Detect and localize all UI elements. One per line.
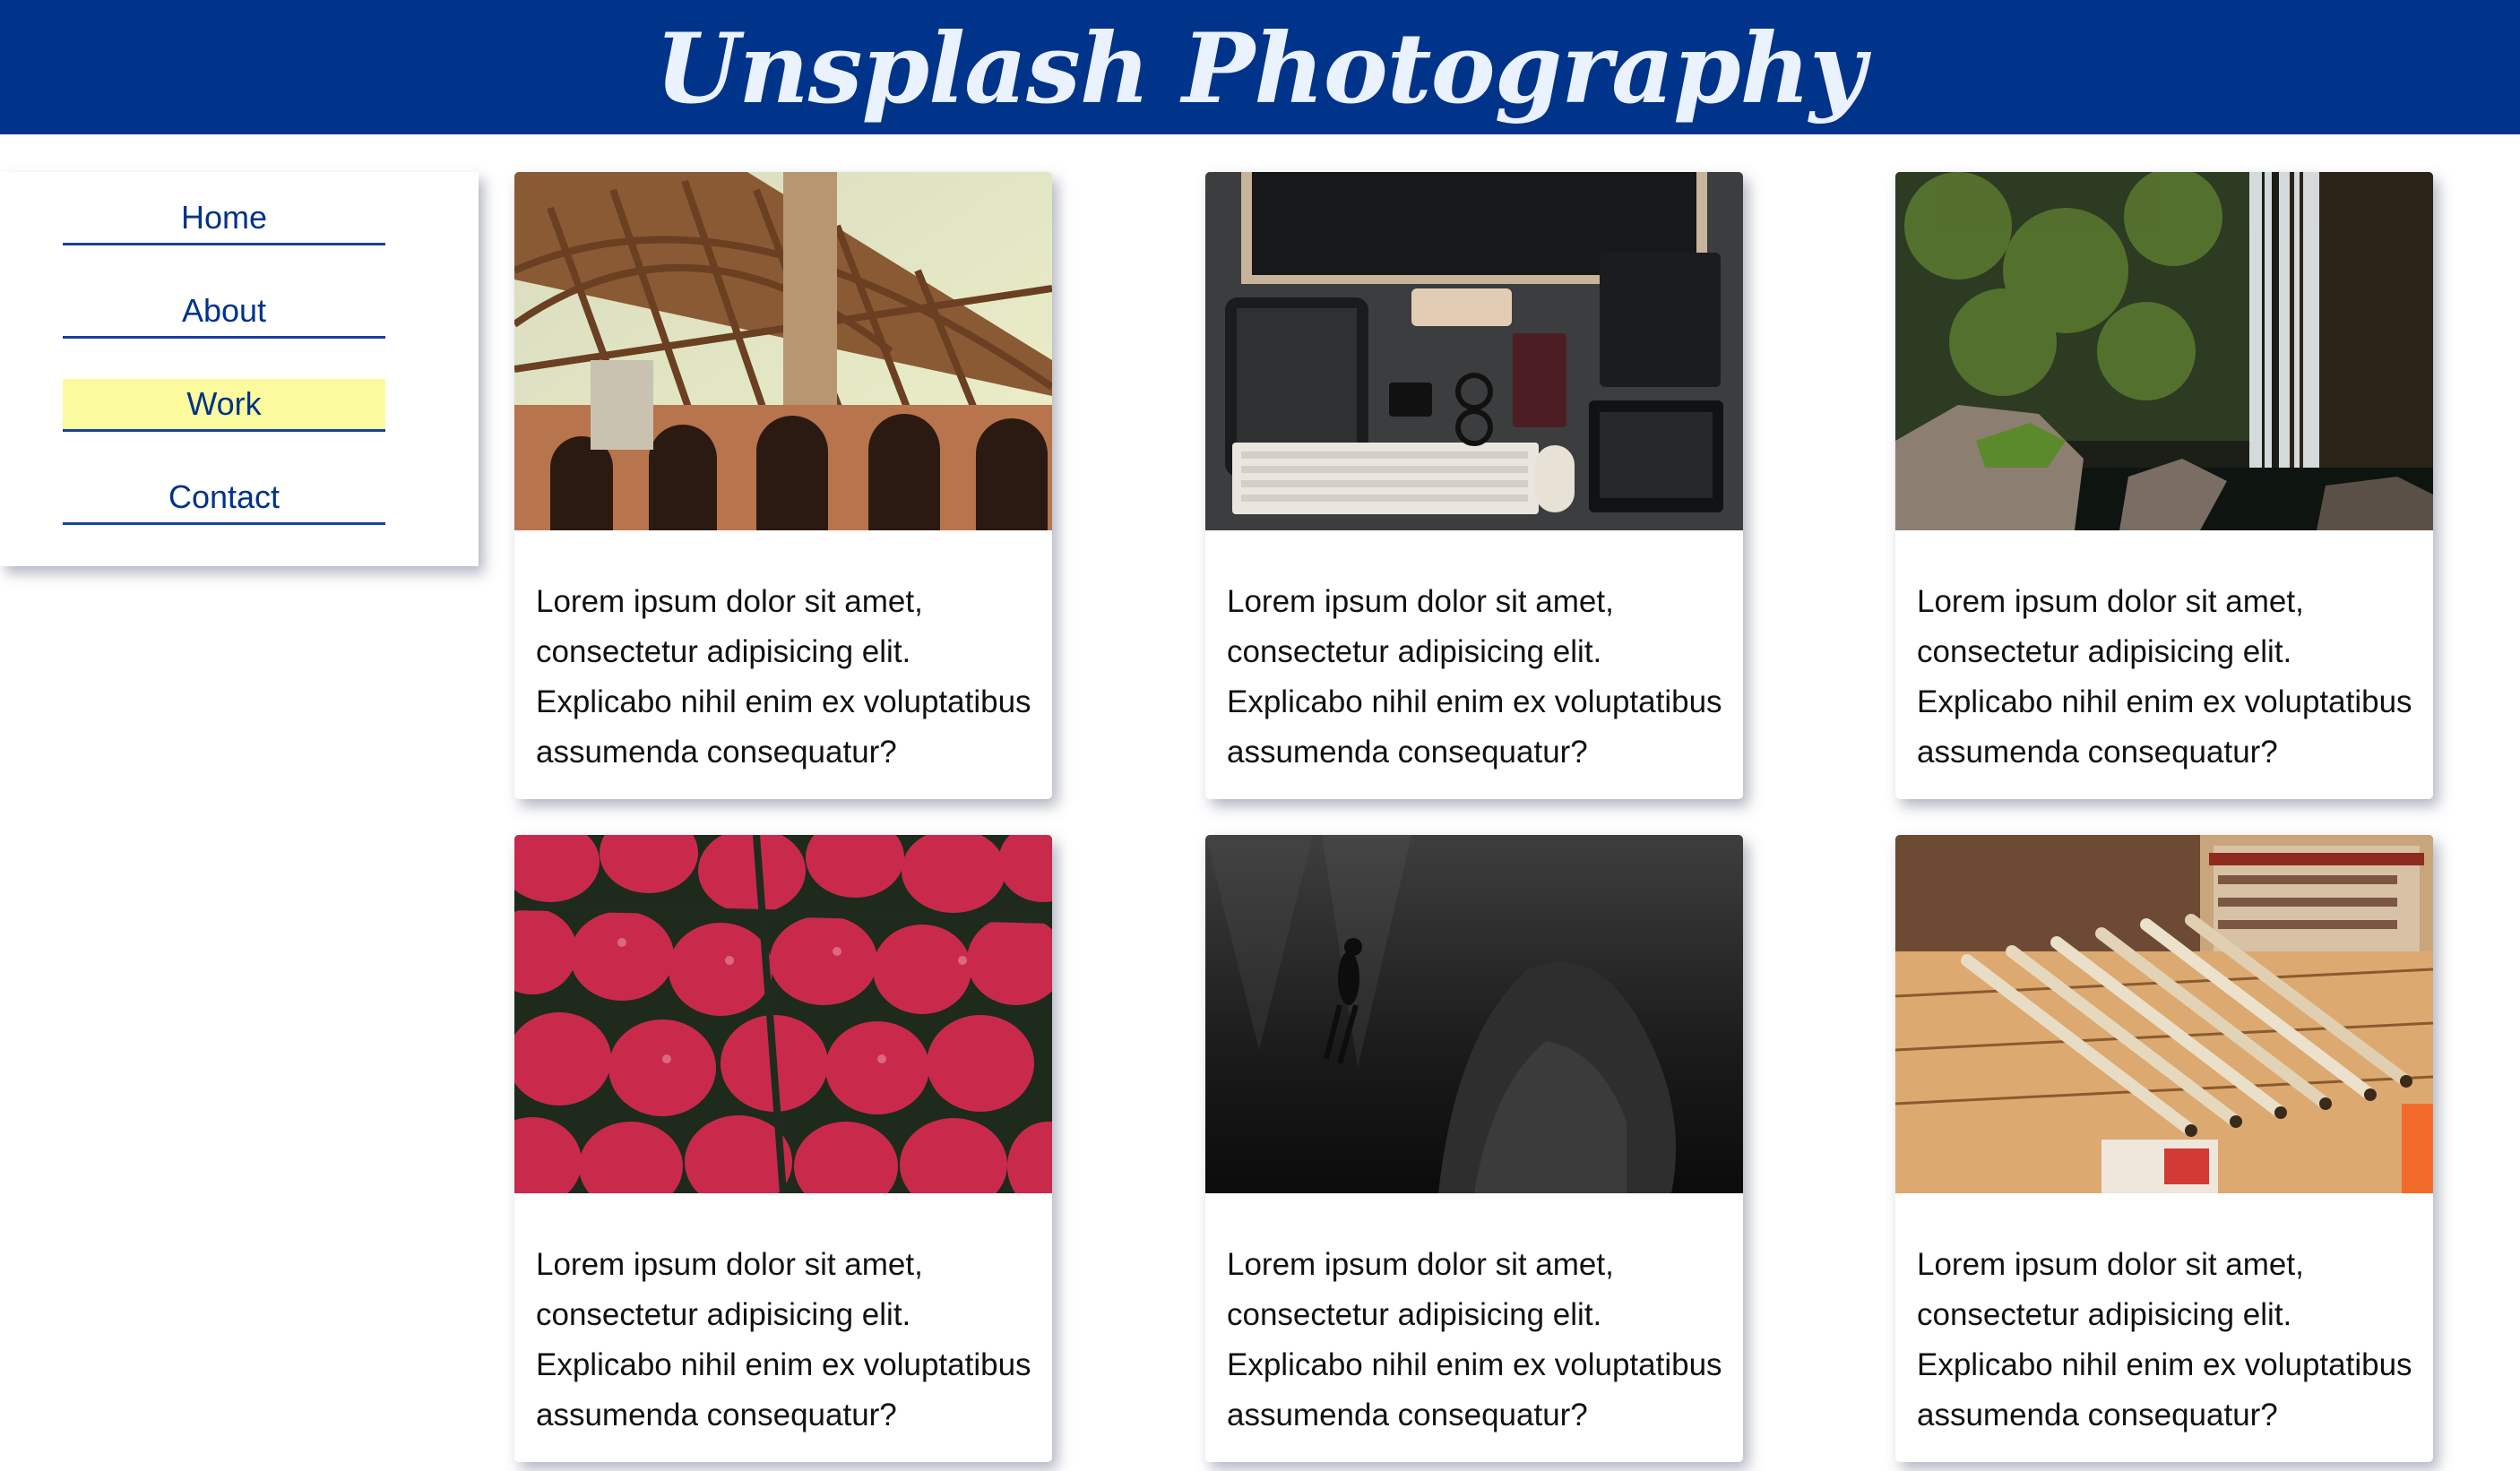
card-description: Lorem ipsum dolor sit amet, consectetur …: [1917, 1247, 2412, 1432]
photo-card-diver[interactable]: Lorem ipsum dolor sit amet, consectetur …: [1205, 835, 1743, 1462]
waterfall-photo[interactable]: [1895, 172, 2433, 530]
strawberries-photo[interactable]: [514, 835, 1052, 1193]
card-description: Lorem ipsum dolor sit amet, consectetur …: [1917, 584, 2412, 770]
card-description: Lorem ipsum dolor sit amet, consectetur …: [536, 1247, 1031, 1432]
nav-contact-link[interactable]: Contact: [63, 472, 385, 525]
card-description: Lorem ipsum dolor sit amet, consectetur …: [536, 584, 1031, 770]
site-title: Unsplash Photography: [655, 13, 1866, 125]
pencils-photo[interactable]: [1895, 835, 2433, 1193]
nav-work-link[interactable]: Work: [63, 379, 385, 432]
photo-card-desk[interactable]: Lorem ipsum dolor sit amet, consectetur …: [1205, 172, 1743, 799]
bridge-photo[interactable]: [514, 172, 1052, 530]
card-description: Lorem ipsum dolor sit amet, consectetur …: [1227, 584, 1722, 770]
photo-card-strawberries[interactable]: Lorem ipsum dolor sit amet, consectetur …: [514, 835, 1052, 1462]
sidebar-nav: Home About Work Contact: [0, 172, 479, 566]
desk-photo[interactable]: [1205, 172, 1743, 530]
card-description: Lorem ipsum dolor sit amet, consectetur …: [1227, 1247, 1722, 1432]
photo-card-waterfall[interactable]: Lorem ipsum dolor sit amet, consectetur …: [1895, 172, 2433, 799]
nav-home-link[interactable]: Home: [63, 193, 385, 245]
nav-about-link[interactable]: About: [63, 286, 385, 339]
site-header: Unsplash Photography: [0, 0, 2520, 134]
diver-photo[interactable]: [1205, 835, 1743, 1193]
photo-card-bridge[interactable]: Lorem ipsum dolor sit amet, consectetur …: [514, 172, 1052, 799]
photo-card-pencils[interactable]: Lorem ipsum dolor sit amet, consectetur …: [1895, 835, 2433, 1462]
